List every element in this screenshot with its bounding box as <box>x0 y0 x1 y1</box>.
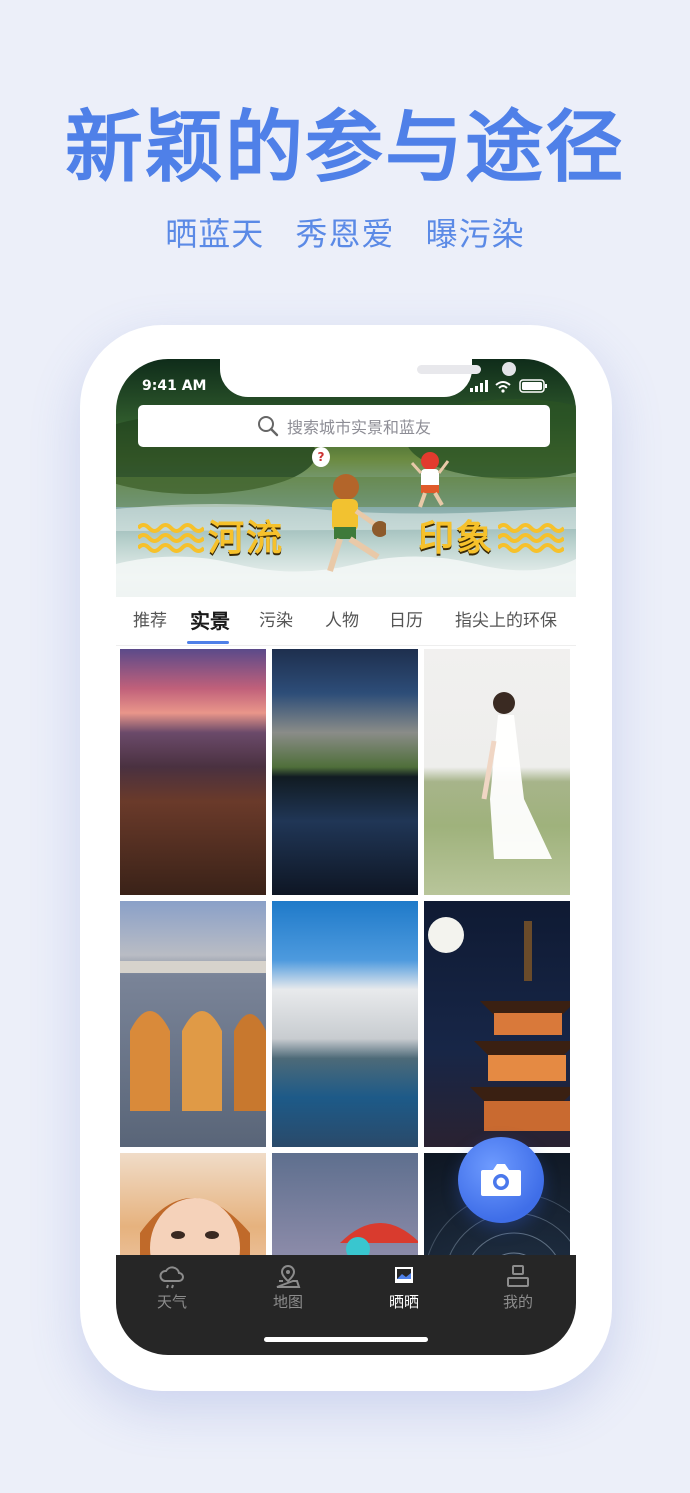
subline-3: 曝污染 <box>425 215 525 253</box>
tab-recommend[interactable]: 推荐 <box>124 597 176 645</box>
phone-screen: 9:41 AM 搜索城市实景和蓝友 ? 河流 印象 推荐 实景 污染 人物 日历… <box>116 359 576 1355</box>
tabbar-share[interactable]: 晒晒 <box>364 1263 444 1312</box>
search-icon <box>257 416 279 437</box>
person-icon <box>507 1265 529 1287</box>
photo-terraced-fog[interactable] <box>272 901 418 1147</box>
banner-bubble: ? <box>312 447 330 467</box>
speaker <box>417 365 481 374</box>
photo-girl-portrait[interactable] <box>120 1153 266 1259</box>
tabbar-map-label: 地图 <box>272 1293 303 1311</box>
banner-waves-left <box>138 523 204 553</box>
status-icons <box>470 379 547 393</box>
photo-arch-bridge[interactable] <box>120 901 266 1147</box>
photo-icon <box>395 1267 413 1283</box>
tab-pollution[interactable]: 污染 <box>250 597 302 645</box>
tabbar-weather-label: 天气 <box>156 1293 187 1311</box>
subline: 晒蓝天 秀恩爱 曝污染 <box>0 210 690 258</box>
banner-girl-illustration <box>410 452 450 508</box>
tabbar-mine-label: 我的 <box>502 1293 533 1311</box>
tabbar-share-label: 晒晒 <box>388 1293 419 1311</box>
banner[interactable]: 9:41 AM 搜索城市实景和蓝友 ? 河流 印象 <box>116 359 576 597</box>
tab-calendar[interactable]: 日历 <box>380 597 432 645</box>
umbrella-shape <box>340 1223 420 1259</box>
photo-sunset-coast[interactable] <box>120 649 266 895</box>
bridge-arches <box>120 961 266 1111</box>
subline-1: 晒蓝天 <box>165 215 265 253</box>
cloud-icon <box>159 1266 184 1289</box>
banner-boy-illustration <box>327 474 386 572</box>
tab-eco-fingertips[interactable]: 指尖上的环保 <box>444 597 568 645</box>
tab-live-scene[interactable]: 实景 <box>182 597 238 645</box>
girl-face <box>140 1198 250 1259</box>
headline: 新颖的参与途径 <box>64 103 625 193</box>
photo-pagoda-moon[interactable] <box>424 901 572 1147</box>
tabbar-weather[interactable]: 天气 <box>132 1263 212 1312</box>
search-input[interactable]: 搜索城市实景和蓝友 <box>138 405 550 447</box>
category-tabs: 推荐 实景 污染 人物 日历 指尖上的环保 <box>116 597 576 646</box>
camera-icon <box>481 1164 521 1196</box>
banner-title-left: 河流 <box>208 518 285 559</box>
notch <box>220 359 516 397</box>
search-placeholder: 搜索城市实景和蓝友 <box>286 418 431 437</box>
banner-waves-right <box>498 523 564 553</box>
status-time: 9:41 AM <box>142 378 207 394</box>
photo-mountain-lake[interactable] <box>272 649 418 895</box>
map-pin-icon <box>276 1264 301 1288</box>
photo-red-umbrella[interactable] <box>272 1153 420 1259</box>
pagoda-scene <box>428 917 572 1131</box>
camera-button[interactable] <box>458 1137 544 1223</box>
tab-people[interactable]: 人物 <box>316 597 368 645</box>
tabbar-mine[interactable]: 我的 <box>478 1263 558 1312</box>
active-tab-indicator <box>187 641 229 644</box>
tabbar-map[interactable]: 地图 <box>248 1263 328 1312</box>
phone-frame: 9:41 AM 搜索城市实景和蓝友 ? 河流 印象 推荐 实景 污染 人物 日历… <box>80 325 612 1391</box>
subline-2: 秀恩爱 <box>295 215 395 253</box>
front-camera <box>502 362 516 376</box>
home-indicator[interactable] <box>264 1337 428 1342</box>
banner-title-right: 印象 <box>418 518 495 559</box>
bottom-tab-bar: 天气 地图 晒晒 我的 <box>116 1255 576 1355</box>
photo-woman-white-dress[interactable] <box>424 649 570 895</box>
woman-figure <box>481 692 552 859</box>
